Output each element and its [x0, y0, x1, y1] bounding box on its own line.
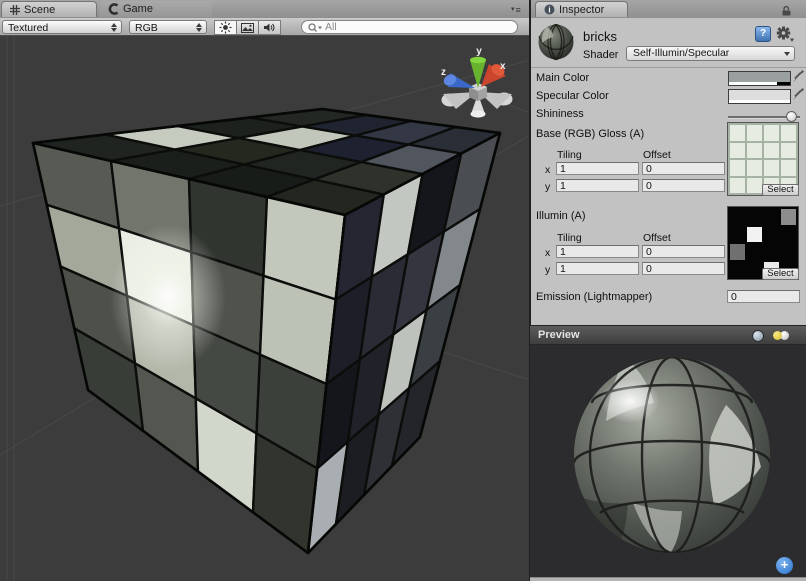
- dropdown-arrow-icon: [784, 52, 790, 56]
- shader-label: Shader: [583, 49, 618, 61]
- svg-text:i: i: [548, 6, 550, 15]
- specular-color-swatch[interactable]: [728, 89, 791, 104]
- game-icon: [108, 3, 119, 15]
- preview-sphere-button[interactable]: [752, 330, 764, 342]
- eyedropper-icon[interactable]: [792, 87, 804, 102]
- specular-highlight: [110, 224, 226, 372]
- draw-mode-value: Textured: [8, 22, 48, 34]
- sun-icon: [219, 21, 232, 34]
- search-input[interactable]: [325, 21, 495, 33]
- illumin-tiling-x-input[interactable]: [556, 245, 639, 258]
- base-offset-x-input[interactable]: [642, 162, 725, 175]
- base-select-button[interactable]: Select: [762, 184, 799, 196]
- speaker-icon: [263, 22, 276, 33]
- tab-scene-label: Scene: [24, 4, 55, 16]
- lock-icon[interactable]: [781, 5, 792, 16]
- preview-lighting-button[interactable]: [771, 330, 793, 342]
- illumin-y-label: y: [545, 264, 550, 276]
- gear-icon[interactable]: [776, 26, 794, 43]
- tab-game[interactable]: Game: [100, 1, 212, 17]
- illumin-x-label: x: [545, 247, 550, 259]
- base-tiling-header: Tiling: [557, 149, 582, 161]
- window-bottom-edge: [530, 577, 806, 581]
- scene-tabstrip: Scene Game ▾≡: [0, 0, 529, 18]
- illumin-offset-header: Offset: [643, 232, 671, 244]
- gizmo-y-label: y: [476, 46, 482, 57]
- illumin-select-button[interactable]: Select: [762, 268, 799, 280]
- unity-editor-window: Scene Game ▾≡ Textured RGB: [0, 0, 806, 581]
- help-icon[interactable]: ?: [755, 26, 771, 42]
- scene-viewport[interactable]: y x z: [0, 36, 530, 581]
- specular-color-label: Specular Color: [536, 90, 609, 102]
- emission-label: Emission (Lightmapper): [536, 291, 652, 303]
- updown-arrows-icon: [195, 23, 203, 32]
- alpha-bar: [729, 82, 790, 85]
- tab-inspector-label: Inspector: [559, 4, 604, 16]
- base-map-label: Base (RGB) Gloss (A): [536, 128, 644, 140]
- base-tiling-y-input[interactable]: [556, 179, 639, 192]
- header-divider: [531, 67, 806, 68]
- illumin-tiling-header: Tiling: [557, 232, 582, 244]
- base-tiling-x-input[interactable]: [556, 162, 639, 175]
- preview-header[interactable]: Preview: [530, 325, 806, 345]
- material-thumbnail[interactable]: [537, 23, 575, 61]
- preview-title: Preview: [538, 329, 580, 341]
- scene-search: [301, 20, 518, 34]
- illumin-map-label: Illumin (A): [536, 210, 586, 222]
- image-icon: [241, 23, 254, 33]
- material-name: bricks: [583, 29, 617, 44]
- gizmo-x-label: x: [500, 61, 506, 72]
- preview-area[interactable]: [530, 345, 806, 577]
- orientation-gizmo[interactable]: y x z: [441, 46, 513, 118]
- textured-cube[interactable]: [33, 109, 500, 553]
- add-button[interactable]: +: [776, 557, 793, 574]
- base-y-label: y: [545, 181, 550, 193]
- illumin-offset-y-input[interactable]: [642, 262, 725, 275]
- main-color-label: Main Color: [536, 72, 589, 84]
- illumin-tiling-y-input[interactable]: [556, 262, 639, 275]
- gizmo-z-label: z: [441, 67, 446, 78]
- main-color-swatch[interactable]: [728, 71, 791, 86]
- light-on-icon: [773, 331, 782, 340]
- slider-thumb[interactable]: [786, 111, 797, 122]
- shader-dropdown[interactable]: Self-Illumin/Specular: [626, 46, 795, 61]
- base-offset-header: Offset: [643, 149, 671, 161]
- info-icon: i: [544, 4, 555, 15]
- inspector-tabstrip: i Inspector ▾≡: [531, 0, 806, 18]
- scene-pane-menu-icon[interactable]: ▾≡: [511, 6, 521, 14]
- shader-value: Self-Illumin/Specular: [633, 47, 729, 59]
- color-channels-dropdown[interactable]: RGB: [129, 20, 207, 34]
- base-x-label: x: [545, 164, 550, 176]
- tab-inspector[interactable]: i Inspector: [535, 1, 628, 17]
- updown-arrows-icon: [110, 23, 118, 32]
- draw-mode-dropdown[interactable]: Textured: [2, 20, 122, 34]
- base-offset-y-input[interactable]: [642, 179, 725, 192]
- scene-skybox-toggle[interactable]: [236, 20, 259, 35]
- tab-scene[interactable]: Scene: [1, 1, 97, 17]
- alpha-bar: [729, 100, 790, 103]
- scene-lighting-toggle[interactable]: [214, 20, 237, 35]
- tab-game-label: Game: [123, 3, 153, 15]
- illumin-offset-x-input[interactable]: [642, 245, 725, 258]
- color-channels-value: RGB: [135, 22, 158, 34]
- emission-input[interactable]: [727, 290, 800, 303]
- shininess-label: Shininess: [536, 108, 584, 120]
- scene-grid-icon: [10, 5, 20, 15]
- scene-audio-toggle[interactable]: [258, 20, 281, 35]
- eyedropper-icon[interactable]: [792, 69, 804, 84]
- search-icon: [308, 23, 322, 32]
- scene-toolbar: Textured RGB: [0, 18, 530, 36]
- preview-sphere: [530, 345, 806, 577]
